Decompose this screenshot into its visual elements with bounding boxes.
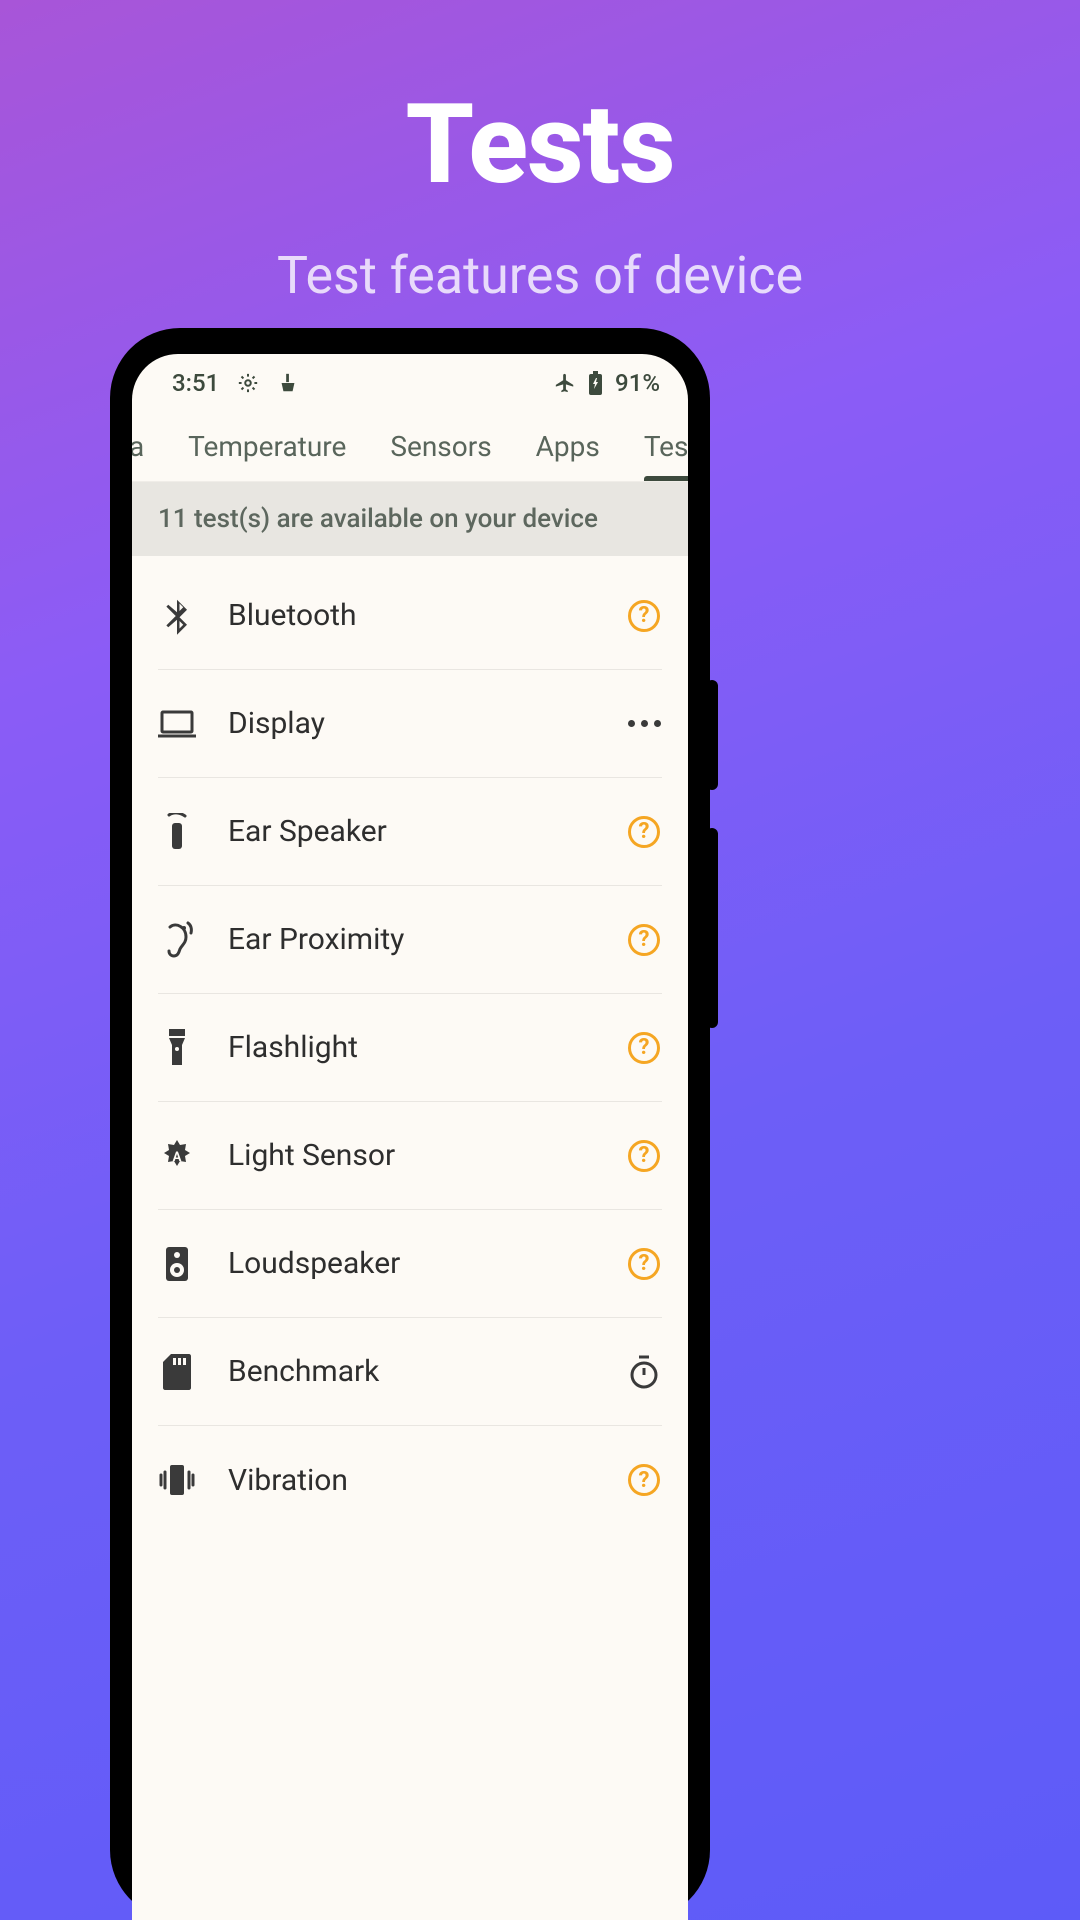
help-icon[interactable]: ? xyxy=(626,1138,662,1174)
test-item-benchmark[interactable]: Benchmark xyxy=(158,1318,662,1426)
airplane-icon xyxy=(554,372,576,394)
test-label: Ear Speaker xyxy=(228,814,594,849)
gear-icon xyxy=(237,372,259,394)
loudspeaker-icon xyxy=(158,1245,196,1283)
tab-sensors[interactable]: Sensors xyxy=(388,412,493,481)
test-item-ear-proximity[interactable]: Ear Proximity ? xyxy=(158,886,662,994)
test-list: Bluetooth ? Display Ear Speaker ? xyxy=(132,556,688,1920)
help-icon[interactable]: ? xyxy=(626,814,662,850)
ear-proximity-icon xyxy=(158,921,196,959)
light-sensor-icon: A xyxy=(158,1137,196,1175)
battery-charging-icon xyxy=(588,371,603,395)
help-icon[interactable]: ? xyxy=(626,1030,662,1066)
test-label: Flashlight xyxy=(228,1030,594,1065)
flashlight-icon xyxy=(158,1029,196,1067)
status-bar: 3:51 91% xyxy=(132,354,688,412)
broom-icon xyxy=(277,372,299,394)
test-label: Benchmark xyxy=(228,1354,594,1389)
test-item-light-sensor[interactable]: A Light Sensor ? xyxy=(158,1102,662,1210)
tab-apps[interactable]: Apps xyxy=(534,412,602,481)
tests-available-banner: 11 test(s) are available on your device xyxy=(132,482,688,556)
help-icon[interactable]: ? xyxy=(626,1462,662,1498)
ear-speaker-icon xyxy=(158,813,196,851)
test-item-bluetooth[interactable]: Bluetooth ? xyxy=(158,562,662,670)
test-item-display[interactable]: Display xyxy=(158,670,662,778)
test-label: Display xyxy=(228,706,594,741)
help-icon[interactable]: ? xyxy=(626,922,662,958)
more-icon[interactable] xyxy=(626,706,662,742)
help-icon[interactable]: ? xyxy=(626,598,662,634)
timer-icon[interactable] xyxy=(626,1354,662,1390)
phone-frame: 3:51 91% ra Temperature xyxy=(110,328,710,1920)
phone-side-button-1 xyxy=(706,680,718,790)
help-icon[interactable]: ? xyxy=(626,1246,662,1282)
test-item-vibration[interactable]: Vibration ? xyxy=(158,1426,662,1534)
tab-camera[interactable]: ra xyxy=(132,412,146,481)
test-label: Loudspeaker xyxy=(228,1246,594,1281)
phone-side-button-2 xyxy=(706,828,718,1028)
sd-card-icon xyxy=(158,1353,196,1391)
test-label: Vibration xyxy=(228,1463,594,1498)
hero-subtitle: Test features of device xyxy=(0,245,1080,306)
tab-tests[interactable]: Tests xyxy=(642,412,688,481)
test-item-loudspeaker[interactable]: Loudspeaker ? xyxy=(158,1210,662,1318)
test-item-ear-speaker[interactable]: Ear Speaker ? xyxy=(158,778,662,886)
status-battery-text: 91% xyxy=(615,369,660,397)
tab-bar: ra Temperature Sensors Apps Tests xyxy=(132,412,688,482)
tab-temperature[interactable]: Temperature xyxy=(186,412,348,481)
hero-title: Tests xyxy=(0,0,1080,209)
vibration-icon xyxy=(158,1461,196,1499)
test-label: Light Sensor xyxy=(228,1138,594,1173)
svg-text:A: A xyxy=(173,1150,182,1165)
test-label: Ear Proximity xyxy=(228,922,594,957)
test-label: Bluetooth xyxy=(228,598,594,633)
bluetooth-icon xyxy=(158,597,196,635)
phone-screen: 3:51 91% ra Temperature xyxy=(132,354,688,1920)
laptop-icon xyxy=(158,705,196,743)
status-time: 3:51 xyxy=(172,369,219,397)
test-item-flashlight[interactable]: Flashlight ? xyxy=(158,994,662,1102)
